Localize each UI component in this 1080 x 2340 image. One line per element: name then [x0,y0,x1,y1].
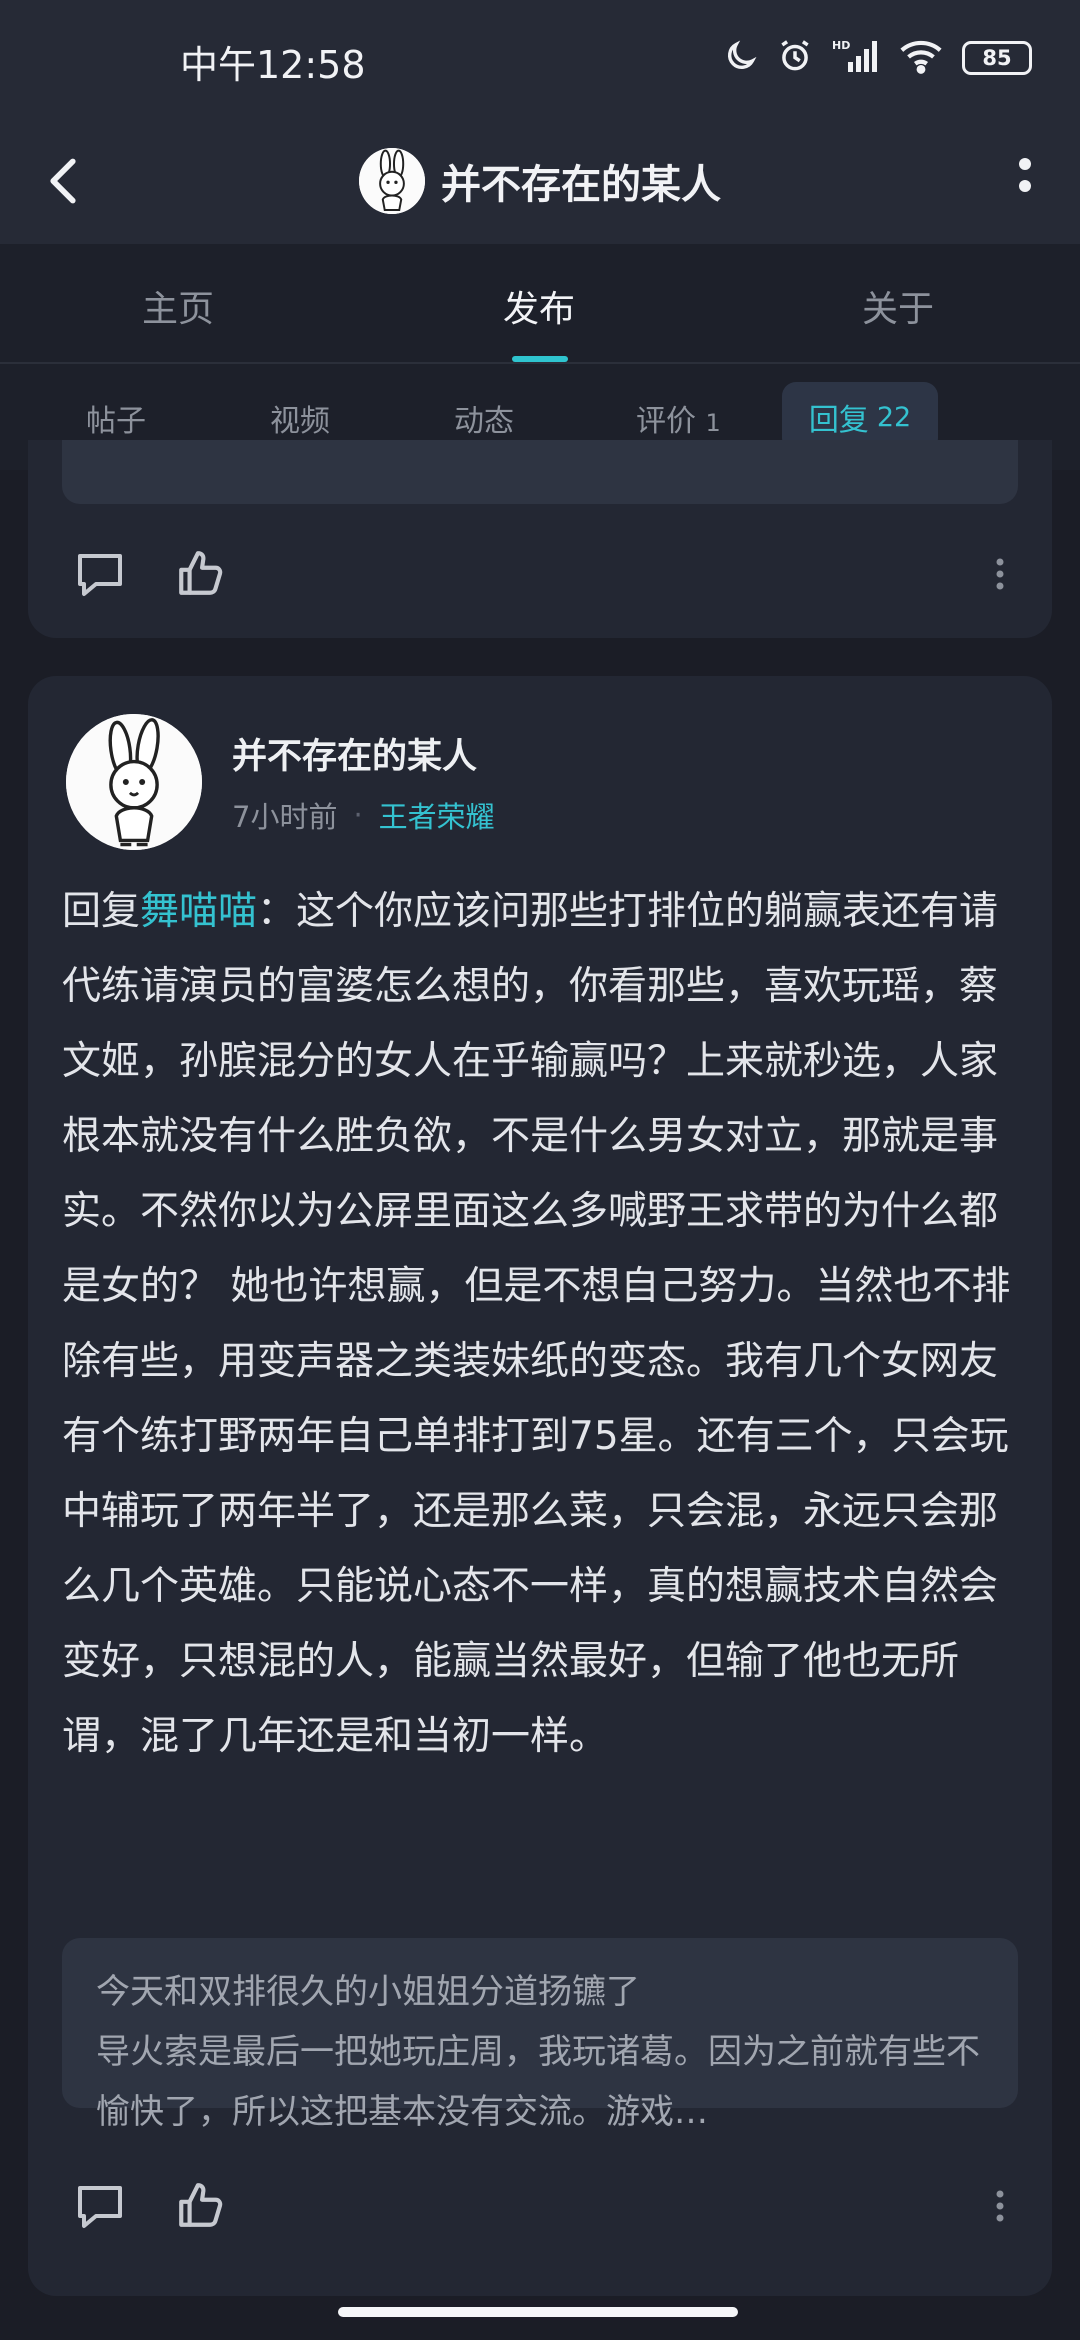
subtab-reviews-count: 1 [705,409,721,437]
moon-icon [724,39,758,77]
more-options-icon[interactable] [970,544,1030,604]
subtab-reviews-label: 评价 [636,404,696,439]
reply-prefix: 回复 [62,889,141,934]
quoted-post-title: 今天和双排很久的小姐姐分道扬镳了 [96,1972,640,2012]
status-bar: 中午12:58 HD 85 [0,0,1080,118]
header-title-group[interactable]: 并不存在的某人 [0,136,1080,226]
game-tag[interactable]: 王者荣耀 [379,794,495,836]
quoted-post[interactable]: 今天和双排很久的小姐姐分道扬镳了 导火索是最后一把她玩庄周，我玩诸葛。因为之前就… [62,1938,1018,2132]
previous-quote-box[interactable] [62,440,1018,504]
comment-icon[interactable] [70,2176,130,2236]
subtab-updates[interactable]: 动态 [454,396,514,440]
svg-text:HD: HD [832,39,850,52]
status-time: 中午12:58 [180,43,366,87]
alarm-icon [776,37,814,79]
post-time: 7小时前 [232,800,338,834]
more-options-icon[interactable] [970,2176,1030,2236]
tab-publish[interactable]: 发布 [503,280,575,332]
author-name[interactable]: 并不存在的某人 [232,728,477,779]
status-icons: HD 85 [724,32,1032,84]
tab-about[interactable]: 关于 [862,280,934,332]
avatar[interactable] [359,148,425,214]
more-vertical-icon[interactable] [998,146,1052,216]
previous-post-actions [70,544,1030,604]
subtab-replies-count: 22 [876,401,912,433]
post-meta: 7小时前 · 王者荣耀 [232,794,495,836]
previous-post-card [28,440,1052,638]
like-icon[interactable] [170,544,230,604]
subtab-videos[interactable]: 视频 [270,396,330,440]
subtab-reviews[interactable]: 评价 1 [636,396,721,440]
subtab-replies-label: 回复 [808,403,869,438]
meta-separator: · [353,798,363,832]
reply-target-name[interactable]: 舞喵喵 [140,889,257,934]
hd-signal-icon: HD [832,38,880,78]
home-indicator[interactable] [338,2307,738,2317]
subtab-posts[interactable]: 帖子 [86,396,146,440]
battery-icon: 85 [962,41,1032,75]
main-tabs: 主页 发布 关于 [0,244,1080,362]
reply-actions [70,2176,1030,2236]
tab-home[interactable]: 主页 [142,280,214,332]
comment-icon[interactable] [70,544,130,604]
author-avatar[interactable] [66,714,202,850]
reply-text[interactable]: 回复舞喵喵：这个你应该问那些打排位的躺赢表还有请代练请演员的富婆怎么想的，你看那… [62,874,1034,1774]
reply-card: 并不存在的某人 7小时前 · 王者荣耀 回复舞喵喵：这个你应该问那些打排位的躺赢… [28,676,1052,2296]
quoted-post-excerpt: 导火索是最后一把她玩庄周，我玩诸葛。因为之前就有些不愉快了，所以这把基本没有交流… [96,2032,980,2132]
header-bar: 并不存在的某人 [0,118,1080,244]
like-icon[interactable] [170,2176,230,2236]
wifi-icon [898,38,944,78]
page-title: 并不存在的某人 [441,162,721,208]
reply-body: ：这个你应该问那些打排位的躺赢表还有请代练请演员的富婆怎么想的，你看那些，喜欢玩… [62,889,1011,1759]
